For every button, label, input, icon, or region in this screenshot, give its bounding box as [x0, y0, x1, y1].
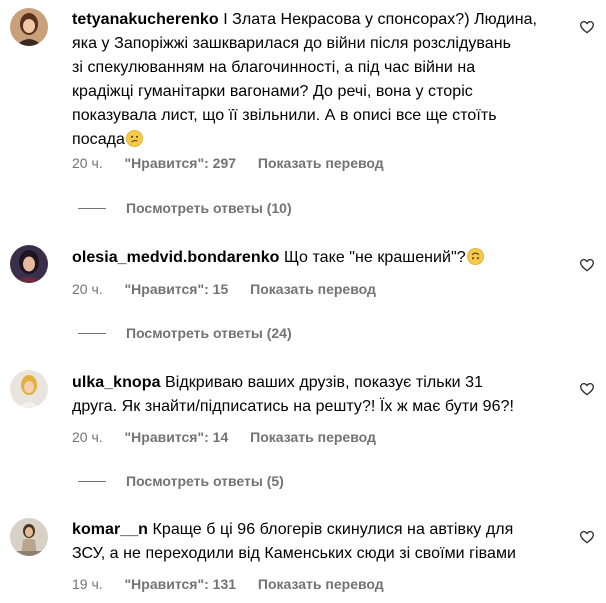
- comment-username[interactable]: komar__n: [72, 521, 148, 538]
- view-replies-button[interactable]: Посмотреть ответы (5): [78, 473, 284, 489]
- comment-text-line: яка у Запоріжжі зашкварилася до війни пі…: [72, 35, 512, 52]
- comment-text-line: І Злата Некрасова у спонсорах?) Людина,: [223, 11, 538, 28]
- show-translation-button[interactable]: Показать перевод: [250, 429, 376, 445]
- view-replies-label: Посмотреть ответы (5): [126, 473, 284, 489]
- show-translation-button[interactable]: Показать перевод: [250, 281, 376, 297]
- comment-meta: 20 ч. "Нравится": 15 Показать перевод: [72, 281, 394, 297]
- comment-text-line: крадіжці гуманітарки вагонами? До речі, …: [72, 83, 473, 100]
- comment-text-line: посада: [72, 131, 125, 148]
- likes-count-button[interactable]: "Нравится": 14: [125, 429, 229, 445]
- comment-text-line: друга. Як знайти/підписатись на решту?! …: [72, 398, 515, 415]
- avatar[interactable]: [10, 518, 48, 556]
- show-translation-button[interactable]: Показать перевод: [258, 155, 384, 171]
- comment-time: 19 ч.: [72, 576, 103, 592]
- show-translation-button[interactable]: Показать перевод: [258, 576, 384, 592]
- comment-body: tetyanakucherenko І Злата Некрасова у сп…: [72, 8, 577, 152]
- comment-body: komar__n Краще б ці 96 блогерів скинулис…: [72, 518, 577, 566]
- comment-text-line: показувала лист, що її звільнили. А в оп…: [72, 107, 497, 124]
- comment-meta: 20 ч. "Нравится": 14 Показать перевод: [72, 429, 394, 445]
- confused-face-emoji-icon: [126, 130, 143, 147]
- comment-text-line: Краще б ці 96 блогерів скинулися на авті…: [152, 521, 514, 538]
- comment-body: ulka_knopa Відкриваю ваших друзів, показ…: [72, 371, 577, 419]
- comment-meta: 19 ч. "Нравится": 131 Показать перевод: [72, 576, 402, 592]
- comment-time: 20 ч.: [72, 281, 103, 297]
- comment-text-line: Що таке "не крашений"?: [283, 249, 466, 266]
- likes-count-button[interactable]: "Нравится": 15: [125, 281, 229, 297]
- likes-count-button[interactable]: "Нравится": 131: [125, 576, 236, 592]
- comment-username[interactable]: tetyanakucherenko: [72, 11, 219, 28]
- view-replies-button[interactable]: Посмотреть ответы (10): [78, 200, 292, 216]
- comment-username[interactable]: ulka_knopa: [72, 374, 161, 391]
- view-replies-button[interactable]: Посмотреть ответы (24): [78, 325, 292, 341]
- replies-divider-line: [78, 480, 106, 482]
- comment-meta: 20 ч. "Нравится": 297 Показать перевод: [72, 155, 402, 171]
- comment-username[interactable]: olesia_medvid.bondarenko: [72, 249, 279, 266]
- avatar[interactable]: [10, 370, 48, 408]
- replies-divider-line: [78, 207, 106, 209]
- heart-outline-icon[interactable]: [579, 257, 595, 273]
- comment-text-line: зі спекулюванням на благочинності, а під…: [72, 59, 476, 76]
- replies-divider-line: [78, 332, 106, 334]
- comment-body: olesia_medvid.bondarenko Що таке "не кра…: [72, 246, 577, 270]
- avatar[interactable]: [10, 245, 48, 283]
- upside-down-face-emoji-icon: [466, 248, 484, 265]
- heart-outline-icon[interactable]: [579, 529, 595, 545]
- view-replies-label: Посмотреть ответы (10): [126, 200, 292, 216]
- comment-text-line: Відкриваю ваших друзів, показує тільки 3…: [165, 374, 484, 391]
- avatar[interactable]: [10, 8, 48, 46]
- heart-outline-icon[interactable]: [579, 19, 595, 35]
- comment-time: 20 ч.: [72, 429, 103, 445]
- comment-time: 20 ч.: [72, 155, 103, 171]
- comment-text-line: ЗСУ, а не переходили від Каменських сюди…: [72, 545, 516, 562]
- heart-outline-icon[interactable]: [579, 381, 595, 397]
- view-replies-label: Посмотреть ответы (24): [126, 325, 292, 341]
- likes-count-button[interactable]: "Нравится": 297: [125, 155, 236, 171]
